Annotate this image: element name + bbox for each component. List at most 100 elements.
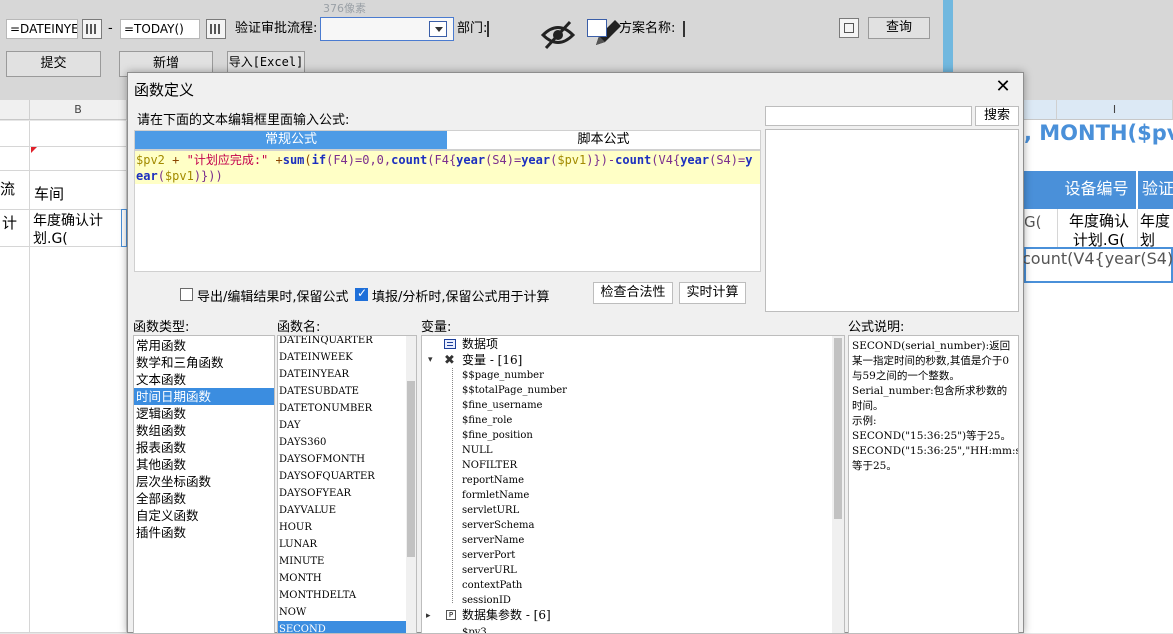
start-date-field[interactable]: =DATEINYE [6,19,78,39]
cell-fragment[interactable]: G( [1024,213,1041,231]
variable-item[interactable]: serverName [462,533,524,548]
function-name-item[interactable]: DATEINWEEK [278,349,406,366]
function-name-item[interactable]: DATEINYEAR [278,366,406,383]
variable-item[interactable]: sessionID [462,593,511,608]
function-search-input[interactable] [765,106,972,126]
function-name-item[interactable]: MINUTE [278,553,406,570]
function-type-item[interactable]: 报表函数 [134,439,274,456]
variable-item[interactable]: $fine_position [462,428,533,443]
function-type-item[interactable]: 自定义函数 [134,507,274,524]
function-name-item[interactable]: DAYSOFMONTH [278,451,406,468]
cell-formula-fragment[interactable]: count(V4{year(S4)= [1022,249,1173,268]
function-type-item[interactable]: 常用函数 [134,337,274,354]
column-header-i[interactable]: I [1057,100,1173,120]
function-name-item[interactable]: HOUR [278,519,406,536]
function-type-item[interactable]: 插件函数 [134,524,274,541]
header-cell-workshop[interactable]: 车间 [34,183,64,204]
query-button[interactable]: 查询 [868,17,930,39]
calendar-icon[interactable] [206,19,226,39]
variable-item[interactable]: NULL [462,443,492,458]
cell-plan-ref[interactable]: 年度确认计划.G( [1062,212,1136,250]
search-button[interactable]: 搜索 [975,106,1019,126]
function-type-item[interactable]: 时间日期函数 [134,388,274,405]
tab-regular-formula[interactable]: 常规公式 [135,131,447,149]
function-name-item[interactable]: DAYS360 [278,434,406,451]
import-excel-button[interactable]: 导入[Excel] [227,51,305,73]
scrollbar[interactable] [406,336,416,633]
variable-tree[interactable]: 数据项 ▾ ✖ 变量 - [16] $$page_number $$totalPage_n… [421,335,845,634]
function-type-item[interactable]: 全部函数 [134,490,274,507]
realtime-calc-button[interactable]: 实时计算 [679,282,746,304]
variable-item[interactable]: $fine_role [462,413,512,428]
cell-plan-ref[interactable]: 年度确认计划.G( [33,212,125,248]
cell-plan-ref[interactable]: 年度划 [1140,212,1173,248]
scrollbar-thumb[interactable] [407,381,415,557]
submit-button[interactable]: 提交 [6,51,101,77]
blue-header-cell[interactable] [1024,171,1057,209]
function-type-item[interactable]: 层次坐标函数 [134,473,274,490]
variable-item[interactable]: formletName [462,488,529,503]
function-name-item[interactable]: DAY [278,417,406,434]
function-name-item[interactable]: DAYVALUE [278,502,406,519]
header-cell-verify[interactable]: 验证 [1138,171,1173,209]
close-icon[interactable]: ✕ [994,78,1012,96]
function-name-list[interactable]: DATEINQUARTER DATEINWEEK DATEINYEAR DATESUB… [277,335,417,634]
plan-name-field[interactable] [683,21,685,37]
variable-root-node[interactable]: 数据项 [462,337,498,352]
department-field[interactable] [487,21,489,37]
variable-item[interactable]: contextPath [462,578,522,593]
approval-flow-select[interactable] [320,17,454,41]
formula-text[interactable]: $pv2 + "计划应完成:" +sum(if(F4)=0,0,count(F4… [135,151,760,184]
function-type-item[interactable]: 数学和三角函数 [134,354,274,371]
scrollbar[interactable] [832,336,844,633]
function-name-item[interactable]: DATEINQUARTER [278,336,406,349]
variable-item[interactable]: $$totalPage_number [462,383,567,398]
function-name-item[interactable]: LUNAR [278,536,406,553]
formula-banner-cell[interactable]: , MONTH($pv [1024,121,1173,145]
function-name-item[interactable]: NOW [278,604,406,621]
header-cell-device-no[interactable]: 设备编号 [1057,171,1137,209]
variable-item[interactable]: servletURL [462,503,519,518]
formula-token: $pv1 [164,169,194,183]
variable-item[interactable]: NOFILTER [462,458,517,473]
calendar-icon[interactable] [82,19,102,39]
function-type-item[interactable]: 逻辑函数 [134,405,274,422]
tab-script-formula[interactable]: 脚本公式 [447,131,760,149]
formula-token: + [164,153,187,167]
end-date-field[interactable]: =TODAY() [120,19,200,39]
keep-formula-export-checkbox[interactable] [180,288,193,301]
function-type-list[interactable]: 常用函数 数学和三角函数 文本函数 时间日期函数 逻辑函数 数组函数 报表函数 其他函数 层次坐… [133,335,275,634]
header-cell-flow[interactable]: 流 [0,178,15,199]
function-name-item[interactable]: MONTH [278,570,406,587]
variable-item[interactable]: serverURL [462,563,517,578]
function-name-item[interactable]: DAYSOFYEAR [278,485,406,502]
keep-formula-fill-checkbox[interactable] [355,286,368,301]
check-validity-button[interactable]: 检查合法性 [593,282,673,304]
function-type-item[interactable]: 数组函数 [134,422,274,439]
plan-dropdown-icon[interactable] [587,19,607,37]
scrollbar-thumb[interactable] [834,338,842,519]
variable-item[interactable]: serverPort [462,548,515,563]
cell-plan-cut[interactable]: 计 [2,212,17,233]
formula-editor[interactable]: $pv2 + "计划应完成:" +sum(if(F4)=0,0,count(F4… [134,150,761,272]
variable-group-node[interactable]: 变量 - [16] [462,353,522,368]
dropdown-icon[interactable] [429,21,447,37]
variable-item[interactable]: reportName [462,473,524,488]
function-name-item[interactable]: SECOND [278,621,406,633]
variable-item[interactable]: serverSchema [462,518,534,533]
function-name-item[interactable]: DATETONUMBER [278,400,406,417]
function-name-item[interactable]: DATESUBDATE [278,383,406,400]
save-plan-icon[interactable] [839,18,859,38]
column-header[interactable] [0,100,30,120]
search-results-box[interactable] [765,129,1019,312]
function-name-item[interactable]: MONTHDELTA [278,587,406,604]
eye-off-icon[interactable] [540,18,576,52]
variable-item[interactable]: $$page_number [462,368,544,383]
variable-item[interactable]: $fine_username [462,398,542,413]
function-type-item[interactable]: 其他函数 [134,456,274,473]
column-header-b[interactable]: B [30,100,127,120]
dataset-param-group-node[interactable]: 数据集参数 - [6] [462,608,551,623]
column-header[interactable] [1024,100,1057,120]
function-type-item[interactable]: 文本函数 [134,371,274,388]
function-name-item[interactable]: DAYSOFQUARTER [278,468,406,485]
